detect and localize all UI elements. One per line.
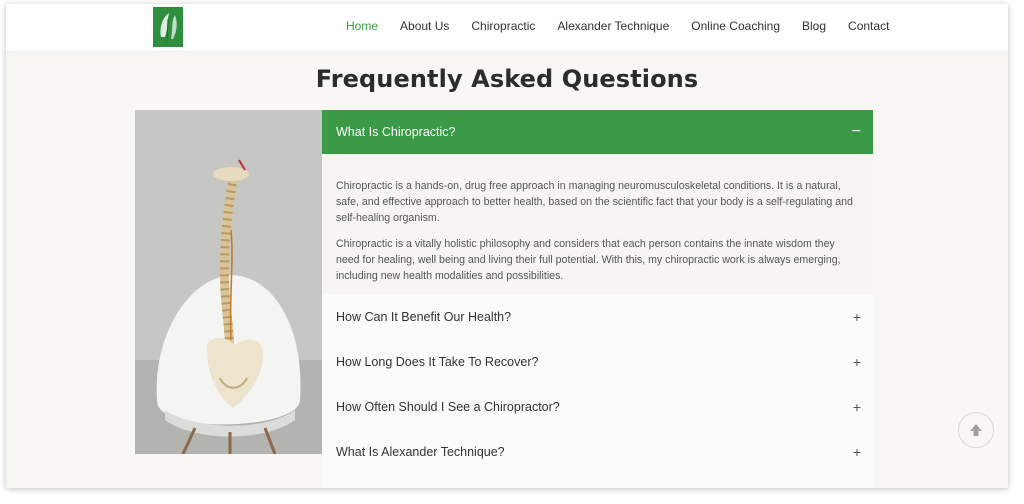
expand-icon[interactable]: +: [853, 444, 861, 460]
spine-model-image: [135, 110, 322, 454]
nav-blog[interactable]: Blog: [802, 18, 826, 34]
faq-question: How Can It Benefit Our Health?: [336, 309, 512, 324]
faq-answer-paragraph: Chiropractic is a vitally holistic philo…: [336, 238, 841, 282]
faq-question: How Often Should I See a Chiropractor?: [336, 399, 560, 414]
faq-item-alexander-technique[interactable]: What Is Alexander Technique? +: [322, 429, 873, 474]
faq-question: What Is Alexander Technique?: [336, 444, 505, 459]
main-nav: Home About Us Chiropractic Alexander Tec…: [346, 18, 911, 34]
faq-item-what-is-chiropractic[interactable]: What Is Chiropractic? −: [322, 110, 873, 154]
spine-model-icon: [135, 110, 322, 454]
faq-item-health-benefit[interactable]: How Can It Benefit Our Health? +: [322, 294, 873, 339]
faq-item-visit-frequency[interactable]: How Often Should I See a Chiropractor? +: [322, 384, 873, 429]
leaf-logo-icon: [153, 7, 183, 47]
expand-icon[interactable]: +: [853, 399, 861, 415]
page-title: Frequently Asked Questions: [315, 65, 699, 93]
faq-question: What Is Chiropractic?: [336, 125, 456, 139]
nav-alexander-technique[interactable]: Alexander Technique: [557, 18, 669, 34]
collapse-icon[interactable]: −: [852, 124, 861, 140]
faq-answer-paragraph: Chiropractic is a hands-on, drug free ap…: [336, 180, 853, 224]
arrow-up-icon: [970, 424, 982, 436]
faq-answer: Chiropractic is a hands-on, drug free ap…: [322, 154, 873, 294]
page-frame: Home About Us Chiropractic Alexander Tec…: [6, 4, 1008, 488]
nav-chiropractic[interactable]: Chiropractic: [471, 18, 535, 34]
faq-accordion: What Is Chiropractic? − Chiropractic is …: [322, 110, 873, 488]
faq-item-recovery-time[interactable]: How Long Does It Take To Recover? +: [322, 339, 873, 384]
site-header: Home About Us Chiropractic Alexander Tec…: [6, 4, 1008, 52]
expand-icon[interactable]: +: [853, 309, 861, 325]
expand-icon[interactable]: +: [853, 354, 861, 370]
faq-question: How Long Does It Take To Recover?: [336, 354, 539, 369]
scroll-to-top-button[interactable]: [958, 412, 994, 448]
nav-about-us[interactable]: About Us: [400, 18, 449, 34]
nav-home[interactable]: Home: [346, 18, 378, 34]
site-logo[interactable]: [153, 7, 183, 47]
nav-online-coaching[interactable]: Online Coaching: [691, 18, 780, 34]
nav-contact[interactable]: Contact: [848, 18, 889, 34]
